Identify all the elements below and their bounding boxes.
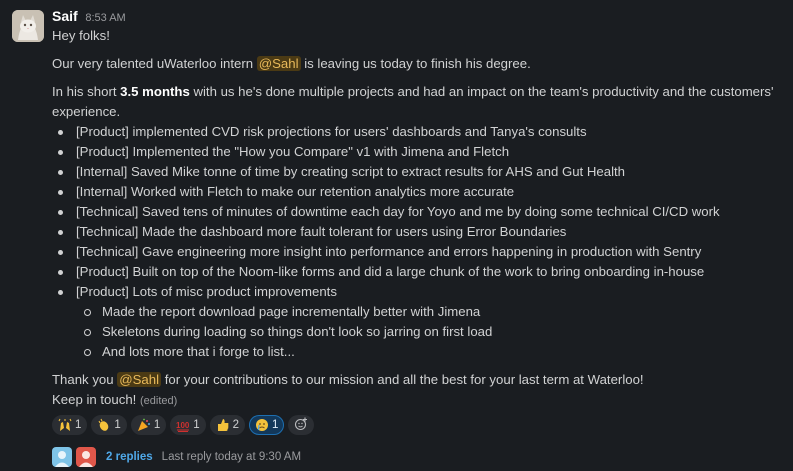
list-item: [Product] Built on top of the Noom-like … [52, 262, 787, 282]
thread-summary[interactable]: 2 replies Last reply today at 9:30 AM [52, 445, 787, 469]
message-header: Saif 8:53 AM [52, 6, 787, 26]
avatar[interactable] [12, 10, 44, 42]
user-mention[interactable]: @Sahl [117, 372, 162, 387]
reaction-count: 1 [114, 419, 121, 431]
crying-face-icon [255, 418, 269, 432]
reaction-thumbs-up[interactable]: 2 [209, 415, 246, 435]
achievement-list: [Product] implemented CVD risk projectio… [52, 122, 787, 302]
summary-after: with us he's done multiple projects and … [189, 84, 774, 99]
greeting: Hey folks! [52, 28, 110, 43]
last-reply-time: Last reply today at 9:30 AM [161, 451, 302, 463]
reaction-hundred-points[interactable]: 100 1 [170, 415, 206, 435]
reaction-raised-hands[interactable]: 1 [52, 415, 88, 435]
thumbs-up-icon [216, 418, 230, 432]
list-item: [Internal] Saved Mike tonne of time by c… [52, 162, 787, 182]
replies-link[interactable]: 2 replies [106, 451, 153, 463]
reactions-bar: 1 1 1 100 1 2 1 [52, 415, 787, 437]
sub-list: Made the report download page incrementa… [52, 302, 787, 362]
clapping-hands-icon [97, 418, 111, 432]
add-reaction-button[interactable] [288, 415, 315, 435]
hundred-points-icon: 100 [176, 418, 190, 432]
thanks-after: for your contributions to our mission an… [161, 372, 644, 387]
intro-text: Our very talented uWaterloo intern @Sahl… [52, 54, 787, 74]
summary-bold: 3.5 months [120, 84, 190, 99]
add-emoji-icon [294, 417, 308, 434]
sender-name[interactable]: Saif [52, 8, 78, 24]
reaction-count: 1 [193, 419, 200, 431]
edited-label: (edited) [140, 395, 178, 407]
sub-list-item: Skeletons during loading so things don't… [52, 322, 787, 342]
list-item: [Technical] Made the dashboard more faul… [52, 222, 787, 242]
reaction-count: 1 [153, 419, 161, 431]
intro-after: is leaving us today to finish his degree… [300, 56, 531, 71]
reaction-count: 1 [272, 419, 279, 431]
replier-avatar [52, 447, 72, 467]
closing-text: Keep in touch! (edited) [52, 390, 787, 411]
party-popper-icon [137, 418, 151, 432]
svg-text:100: 100 [176, 421, 190, 430]
replier-avatar [76, 447, 96, 467]
summary-wrap: experience. [52, 104, 121, 119]
intro-before: Our very talented uWaterloo intern [52, 56, 257, 71]
sub-list-item: Made the report download page incrementa… [52, 302, 787, 322]
thanks-before: Thank you [52, 372, 118, 387]
reaction-count: 1 [75, 419, 82, 431]
message: Saif 8:53 AM Hey folks! Our very talente… [0, 0, 793, 471]
list-item: [Technical] Saved tens of minutes of dow… [52, 202, 787, 222]
summary-text: In his short 3.5 months with us he's don… [52, 82, 787, 102]
list-item: [Product] Implemented the "How you Compa… [52, 142, 787, 162]
list-item: [Technical] Gave engineering more insigh… [52, 242, 787, 262]
raised-hands-icon [58, 418, 72, 432]
reaction-clapping-hands[interactable]: 1 [91, 415, 127, 435]
list-item-text: [Product] Lots of misc product improveme… [76, 284, 337, 299]
summary-before: In his short [52, 84, 121, 99]
sub-list-item: And lots more that i forge to list... [52, 342, 787, 362]
reaction-crying-face[interactable]: 1 [249, 415, 285, 435]
list-item: [Product] Lots of misc product improveme… [52, 282, 787, 302]
reaction-count: 2 [232, 419, 240, 431]
user-mention[interactable]: @Sahl [256, 56, 301, 71]
closing: Keep in touch! [52, 392, 137, 407]
thanks-text: Thank you @Sahl for your contributions t… [52, 370, 787, 390]
reaction-party-popper[interactable]: 1 [130, 415, 167, 435]
list-item: [Product] implemented CVD risk projectio… [52, 122, 787, 142]
timestamp[interactable]: 8:53 AM [85, 12, 125, 24]
list-item: [Internal] Worked with Fletch to make ou… [52, 182, 787, 202]
